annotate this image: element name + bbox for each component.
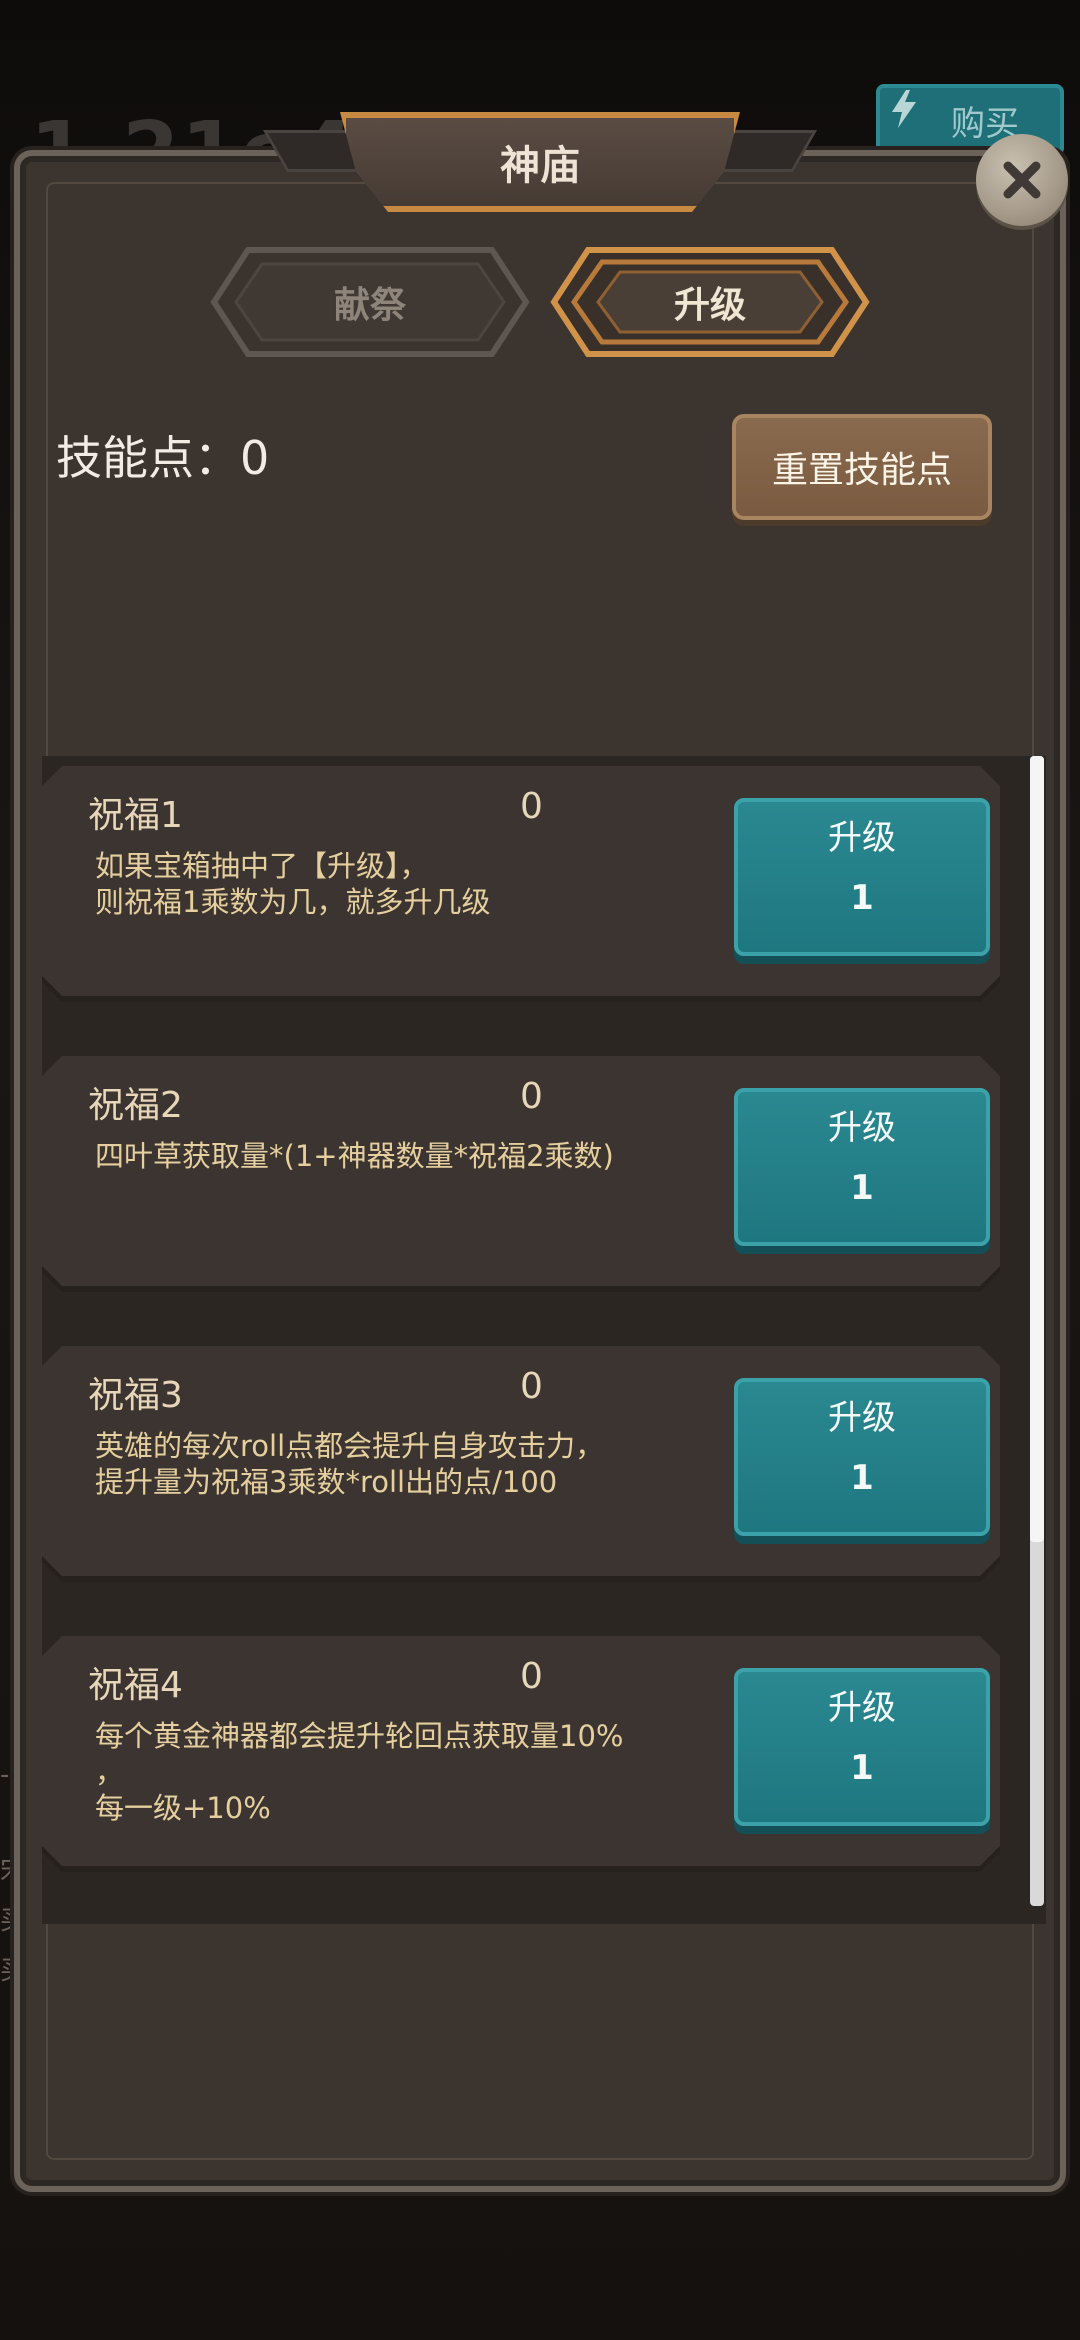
scrollbar-thumb[interactable]: [1030, 756, 1044, 1542]
lightning-icon: [892, 90, 916, 128]
blessing-title: 祝福3: [88, 1375, 183, 1416]
blessing-description: 每个黄金神器都会提升轮回点获取量10% ， 每一级+10%: [95, 1719, 624, 1825]
upgrade-button-2[interactable]: 升级 1: [734, 1088, 990, 1246]
tab-offering-label: 献祭: [333, 285, 406, 326]
temple-screen: 1.21e4( 购买 - 宋 买 买 神庙 献祭 升级: [0, 0, 1080, 2340]
close-button[interactable]: [976, 134, 1068, 226]
blessing-description: 如果宝箱抽中了【升级】， 则祝福1乘数为几，就多升几级: [95, 849, 491, 919]
upgrade-cost: 1: [850, 1168, 874, 1208]
upgrade-label: 升级: [828, 818, 896, 858]
blessing-level: 0: [520, 786, 543, 827]
upgrade-button-1[interactable]: 升级 1: [734, 798, 990, 956]
blessing-title: 祝福2: [88, 1085, 183, 1126]
blessing-level: 0: [520, 1656, 543, 1697]
upgrade-label: 升级: [828, 1398, 896, 1438]
blessing-title: 祝福4: [88, 1665, 183, 1706]
background-fragment: -: [0, 1760, 10, 1790]
skill-points-value: 0: [240, 431, 270, 485]
upgrade-cost: 1: [850, 1458, 874, 1498]
upgrade-cost: 1: [850, 878, 874, 918]
reset-skill-points-button[interactable]: 重置技能点: [732, 414, 992, 520]
upgrade-cost: 1: [850, 1748, 874, 1788]
blessing-description: 四叶草获取量*(1+神器数量*祝福2乘数): [95, 1139, 614, 1173]
blessing-level: 0: [520, 1076, 543, 1117]
tab-offering[interactable]: 献祭: [210, 246, 530, 358]
upgrade-button-3[interactable]: 升级 1: [734, 1378, 990, 1536]
tab-upgrade-label: 升级: [673, 285, 746, 326]
upgrade-button-4[interactable]: 升级 1: [734, 1668, 990, 1826]
blessing-title: 祝福1: [88, 795, 183, 836]
skill-points: 技能点：0: [56, 422, 269, 488]
skill-points-label: 技能点：: [56, 431, 240, 485]
close-icon: [1003, 161, 1041, 199]
tab-upgrade[interactable]: 升级: [550, 246, 870, 358]
upgrade-label: 升级: [828, 1108, 896, 1148]
blessing-level: 0: [520, 1366, 543, 1407]
upgrade-label: 升级: [828, 1688, 896, 1728]
blessing-description: 英雄的每次roll点都会提升自身攻击力， 提升量为祝福3乘数*roll出的点/1…: [95, 1429, 605, 1499]
panel-title: 神庙: [500, 143, 580, 189]
